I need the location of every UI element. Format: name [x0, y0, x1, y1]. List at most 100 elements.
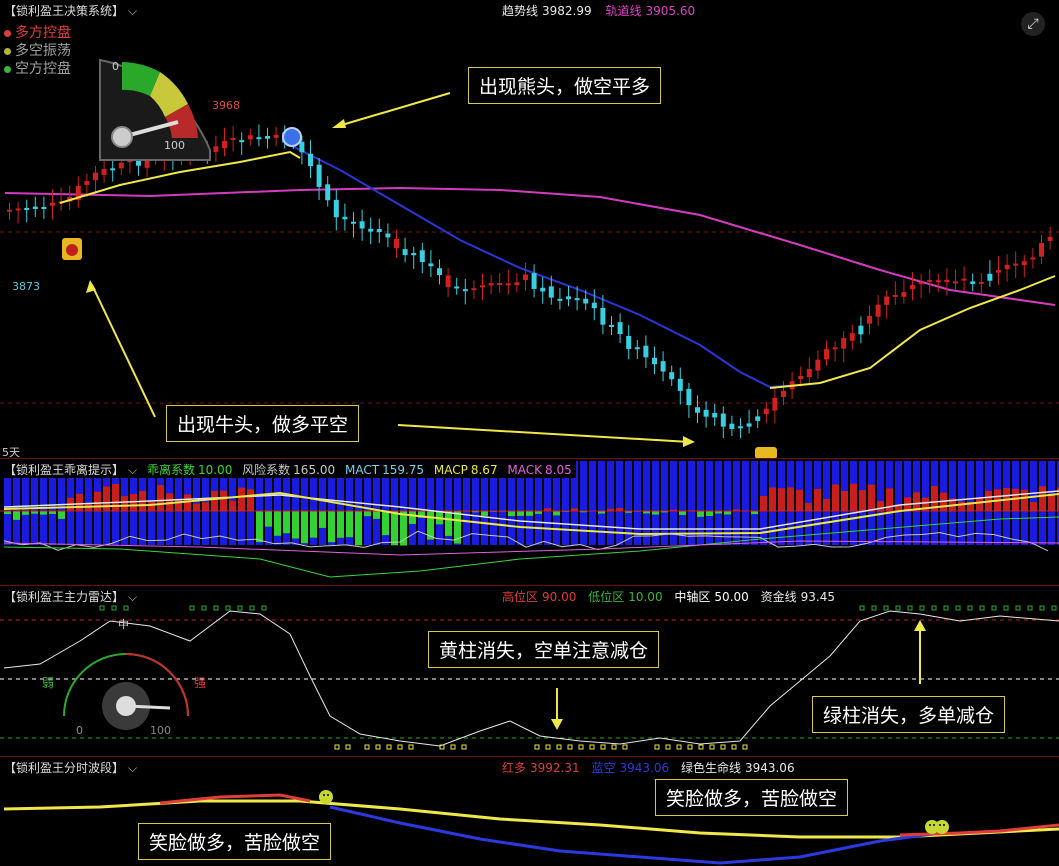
- mact-label: MACT: [345, 463, 380, 477]
- radar-panel[interactable]: 【锁利盈王主力雷达】 ⌵ 高位区 90.00 低位区 10.00 中轴区 50.00 资…: [0, 586, 1059, 756]
- deviation-bar: [652, 511, 659, 515]
- deviation-bar: [805, 502, 812, 511]
- main-panel-title[interactable]: 【锁利盈王决策系统】 ⌵: [4, 2, 137, 19]
- candle-body: [557, 298, 563, 301]
- callout-bull-head: 出现牛头，做多平空: [166, 405, 360, 442]
- deviation-bar: [445, 511, 452, 536]
- deviation-bar: [1039, 486, 1046, 511]
- high-marker: [1051, 605, 1057, 611]
- radar-gauge-weak-label: 弱: [42, 676, 55, 690]
- smiley-eye: [327, 794, 329, 796]
- deviation-bar: [121, 496, 128, 511]
- mact-value: 159.75: [382, 463, 425, 477]
- candle-body: [308, 153, 313, 167]
- rail-line: [4, 186, 1056, 306]
- deviation-bar: [832, 484, 839, 511]
- rail-value: 3905.60: [645, 4, 696, 18]
- candle-body: [531, 273, 537, 289]
- smiley-icon: [935, 820, 949, 834]
- low-marker: [720, 744, 726, 750]
- deviation-bg-bar: [661, 461, 668, 545]
- period-label: 5天: [2, 446, 20, 458]
- candle-body: [118, 162, 124, 169]
- deviation-bar: [391, 511, 398, 546]
- deviation-bar: [841, 490, 848, 511]
- high-marker: [1039, 605, 1045, 611]
- deviation-bar: [22, 511, 29, 515]
- deviation-bar: [283, 511, 290, 534]
- deviation-bg-bar: [580, 461, 587, 545]
- low-marker: [375, 744, 381, 750]
- deviation-bar: [679, 511, 686, 515]
- macp-value: 8.67: [470, 463, 498, 477]
- low-marker: [334, 744, 340, 750]
- intraday-panel-title[interactable]: 【锁利盈王分时波段】 ⌵: [4, 759, 137, 776]
- bull-head-icon: [755, 447, 777, 458]
- deviation-bg-bar: [688, 461, 695, 545]
- deviation-bar: [202, 502, 209, 511]
- candle-body: [222, 140, 227, 149]
- candle-body: [368, 228, 374, 232]
- chevron-down-icon[interactable]: ⌵: [128, 590, 137, 604]
- radar-panel-title[interactable]: 【锁利盈王主力雷达】 ⌵: [4, 588, 137, 605]
- deviation-bar: [310, 511, 317, 538]
- deviation-bar: [319, 511, 326, 528]
- candle-body: [892, 294, 898, 297]
- candle-body: [1039, 242, 1044, 257]
- deviation-bg-bar: [679, 461, 686, 545]
- deviation-bar: [94, 491, 101, 511]
- high-marker: [895, 605, 901, 611]
- candle-body: [402, 249, 408, 256]
- chevron-down-icon[interactable]: ⌵: [128, 761, 137, 775]
- low-marker: [556, 744, 562, 750]
- chevron-down-icon[interactable]: ⌵: [128, 4, 137, 18]
- candle-body: [901, 292, 907, 297]
- smiley-icon: [319, 790, 333, 804]
- deviation-panel-header[interactable]: 【锁利盈王乖离提示】 ⌵ 乖离系数 10.00 风险系数 165.00 MACT 159…: [4, 461, 576, 478]
- smiley-icon: [319, 790, 333, 804]
- candle-body: [256, 137, 262, 140]
- candle-body: [703, 409, 709, 417]
- intraday-panel[interactable]: 【锁利盈王分时波段】 ⌵ 红多 3992.31 蓝空 3943.06 绿色生命线 394…: [0, 757, 1059, 866]
- blue-short-line: [329, 805, 941, 865]
- candle-body: [342, 216, 348, 220]
- high-marker: [943, 605, 949, 611]
- deviation-bar: [481, 511, 488, 516]
- lifeline-label: 绿色生命线: [680, 761, 741, 775]
- candle-body: [1021, 261, 1027, 266]
- deviation-panel[interactable]: 【锁利盈王乖离提示】 ⌵ 乖离系数 10.00 风险系数 165.00 MACT 159…: [0, 459, 1059, 585]
- high-marker: [1003, 605, 1009, 611]
- candle-body: [299, 141, 305, 153]
- candle-body: [437, 268, 442, 275]
- low-zone-label: 低位区: [588, 590, 625, 604]
- low-marker: [676, 744, 682, 750]
- deviation-bar: [382, 511, 389, 536]
- deviation-bar: [1048, 493, 1055, 511]
- deviation-bar: [706, 511, 713, 516]
- high-marker: [967, 605, 973, 611]
- olive-dot-icon: [4, 47, 11, 55]
- high-marker: [883, 605, 889, 611]
- candle-body: [996, 270, 1001, 273]
- deviation-bar: [823, 498, 830, 511]
- low-marker: [687, 744, 693, 750]
- deviation-bar: [58, 511, 65, 519]
- deviation-bar: [958, 501, 965, 511]
- main-chart-panel[interactable]: 【锁利盈王决策系统】 ⌵ 趋势线 3982.99 轨道线 3905.60 ⤢ 多方控盘…: [0, 0, 1059, 458]
- candle-body: [583, 298, 589, 304]
- legend-item-bear: 空方控盘: [4, 60, 71, 78]
- candle-body: [351, 221, 356, 224]
- high-marker: [213, 605, 219, 611]
- lifeline-value: 3943.06: [744, 761, 795, 775]
- chevron-down-icon[interactable]: ⌵: [128, 463, 137, 477]
- deviation-bar: [364, 511, 371, 517]
- candle-body: [858, 325, 864, 335]
- high-marker: [931, 605, 937, 611]
- bull-head-icon: [66, 244, 78, 256]
- candle-body: [419, 250, 425, 263]
- candle-body: [462, 289, 468, 292]
- candle-body: [213, 146, 219, 152]
- deviation-bar: [553, 511, 560, 516]
- expand-icon[interactable]: ⤢: [1021, 12, 1045, 36]
- high-marker: [225, 605, 231, 611]
